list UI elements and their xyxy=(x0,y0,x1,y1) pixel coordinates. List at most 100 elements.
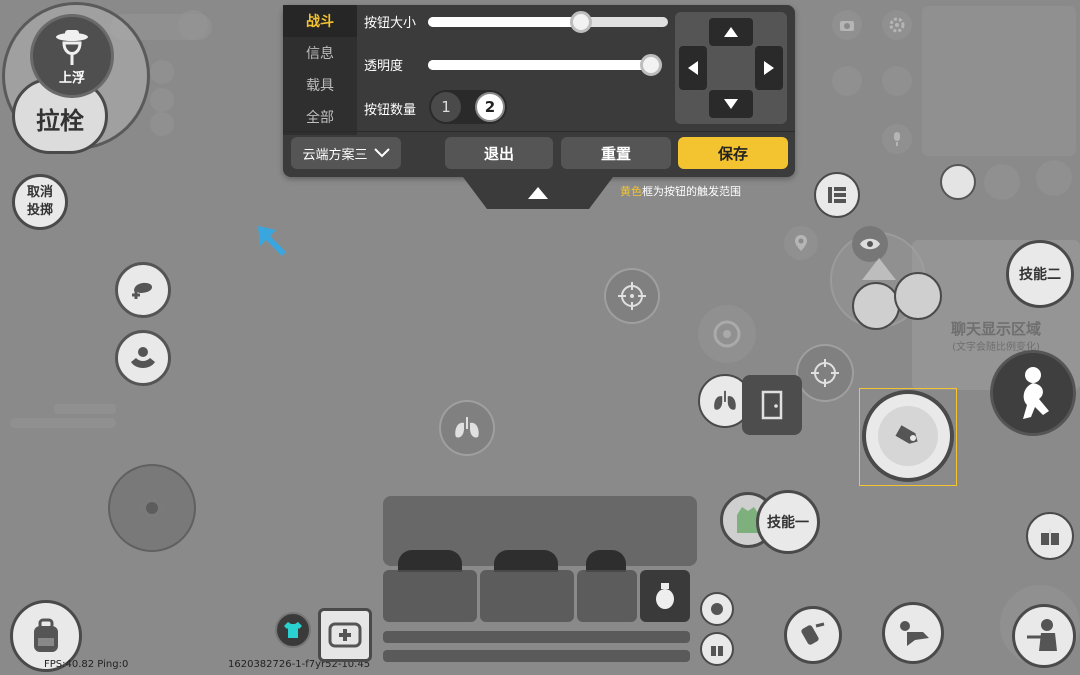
float-button[interactable]: 上浮 xyxy=(30,14,114,98)
weapon-slot-1[interactable] xyxy=(383,570,477,622)
eye-button[interactable] xyxy=(852,226,888,262)
tab-combat[interactable]: 战斗 xyxy=(283,5,357,37)
crouch-button[interactable] xyxy=(882,602,944,664)
save-button[interactable]: 保存 xyxy=(678,137,788,169)
exit-button[interactable]: 退出 xyxy=(445,137,553,169)
backpack-small-icon[interactable] xyxy=(832,66,862,96)
count-option-2[interactable]: 2 xyxy=(475,92,505,122)
ghost-dot-3 xyxy=(150,112,174,136)
medkit-button[interactable] xyxy=(318,608,372,662)
run-small-button[interactable] xyxy=(940,164,976,200)
mic-icon[interactable] xyxy=(882,124,912,154)
prone-button[interactable] xyxy=(784,606,842,664)
face-small-icon[interactable] xyxy=(984,164,1020,200)
backpack-icon xyxy=(34,618,58,652)
button-size-knob[interactable] xyxy=(570,11,592,33)
opacity-knob[interactable] xyxy=(640,54,662,76)
bullet-list-button[interactable] xyxy=(814,172,860,218)
crosshair-button-right[interactable] xyxy=(796,344,854,402)
minimap-ghost xyxy=(922,6,1076,156)
fps-text: FPS:40.82 Ping:0 xyxy=(44,659,129,670)
button-size-slider[interactable] xyxy=(428,11,668,33)
ammo-bar-ghost xyxy=(54,404,116,414)
breath-button-center[interactable] xyxy=(439,400,495,456)
lungs-icon-right xyxy=(714,390,736,410)
dpad-down-button[interactable] xyxy=(709,90,753,118)
drone-button[interactable] xyxy=(115,262,171,318)
lungs-icon xyxy=(455,417,479,438)
fire-button[interactable] xyxy=(862,390,954,482)
weapon-slot-3[interactable] xyxy=(577,570,637,622)
arrow-left-icon xyxy=(688,61,698,75)
hands-small-icon xyxy=(711,603,723,615)
panel-divider xyxy=(283,131,795,132)
tab-vehicle[interactable]: 载具 xyxy=(283,69,357,101)
collapse-arrow-icon xyxy=(528,187,548,199)
fire-inner xyxy=(878,406,938,466)
skill-two-button[interactable]: 技能二 xyxy=(1006,240,1074,308)
scheme-select[interactable]: 云端方案三 xyxy=(291,137,401,169)
count-option-1[interactable]: 1 xyxy=(431,92,461,122)
shoot-left-button[interactable] xyxy=(1012,604,1076,668)
gift-button[interactable] xyxy=(1026,512,1074,560)
steering-icon[interactable] xyxy=(698,305,756,363)
soldier-icon xyxy=(1027,619,1057,651)
chat-icon[interactable] xyxy=(1036,160,1072,196)
grenade-icon xyxy=(656,583,674,609)
cancel-throw-label: 取消 投掷 xyxy=(26,185,53,218)
lean-right-button[interactable] xyxy=(894,272,942,320)
opacity-label: 透明度 xyxy=(364,59,404,74)
arrow-down-icon xyxy=(724,99,738,109)
weapon-slot-2[interactable] xyxy=(480,570,574,622)
energy-bar xyxy=(383,650,690,662)
heal-small-button[interactable] xyxy=(700,592,734,626)
reset-button[interactable]: 重置 xyxy=(561,137,671,169)
grenade-slot[interactable] xyxy=(640,570,690,622)
hp-bar xyxy=(383,631,690,643)
tab-all[interactable]: 全部 xyxy=(283,101,357,133)
bottle-icon xyxy=(711,646,723,656)
shirt-icon xyxy=(284,622,302,638)
hint-highlight: 黄色 xyxy=(620,185,642,198)
skin-button[interactable] xyxy=(275,612,311,648)
lean-arrow-up-icon xyxy=(862,258,896,280)
hp-bar-ghost xyxy=(10,418,116,428)
crosshair-icon xyxy=(618,282,646,310)
movement-joystick[interactable] xyxy=(108,464,196,552)
crosshair-icon-right xyxy=(811,359,839,387)
emote-button[interactable] xyxy=(115,330,171,386)
jump-button[interactable] xyxy=(990,350,1076,436)
opacity-fill xyxy=(428,60,651,70)
dpad-left-button[interactable] xyxy=(679,46,707,90)
lean-left-button[interactable] xyxy=(852,282,900,330)
map-pin-icon[interactable] xyxy=(784,226,818,260)
arrow-right-icon xyxy=(764,61,774,75)
panel-collapse-tab[interactable] xyxy=(463,177,613,209)
opacity-slider[interactable] xyxy=(428,54,662,76)
dpad-right-button[interactable] xyxy=(755,46,783,90)
skill-one-button[interactable]: 技能一 xyxy=(756,490,820,554)
drink-small-button[interactable] xyxy=(700,632,734,666)
panel-tabs: 战斗 信息 载具 全部 xyxy=(283,5,357,135)
gear-icon[interactable] xyxy=(882,10,912,40)
medkit-icon xyxy=(328,622,362,648)
layout-settings-panel: 战斗 信息 载具 全部 按钮大小 透明度 按钮数量 1 2 云端方案三 退出 重… xyxy=(283,5,795,177)
tab-info[interactable]: 信息 xyxy=(283,37,357,69)
drone-icon xyxy=(132,282,152,299)
crosshair-button-top[interactable] xyxy=(604,268,660,324)
bullet-icon xyxy=(895,425,918,444)
ghost-float-icon xyxy=(56,29,88,65)
weapon-bump-2 xyxy=(494,550,558,572)
cancel-throw-button[interactable]: 取消 投掷 xyxy=(12,174,68,230)
pointer-arrow-icon xyxy=(254,222,290,258)
crouch-icon xyxy=(900,621,929,646)
dpad-up-button[interactable] xyxy=(709,18,753,46)
door-button[interactable] xyxy=(742,375,802,435)
weapon-bump-1 xyxy=(398,550,462,572)
arrow-up-icon xyxy=(724,27,738,37)
skill-one-label: 技能一 xyxy=(767,515,809,531)
camera-icon[interactable] xyxy=(832,10,862,40)
position-dpad xyxy=(675,12,787,124)
bolt-label: 拉栓 xyxy=(36,106,84,135)
speaker-icon[interactable] xyxy=(882,66,912,96)
